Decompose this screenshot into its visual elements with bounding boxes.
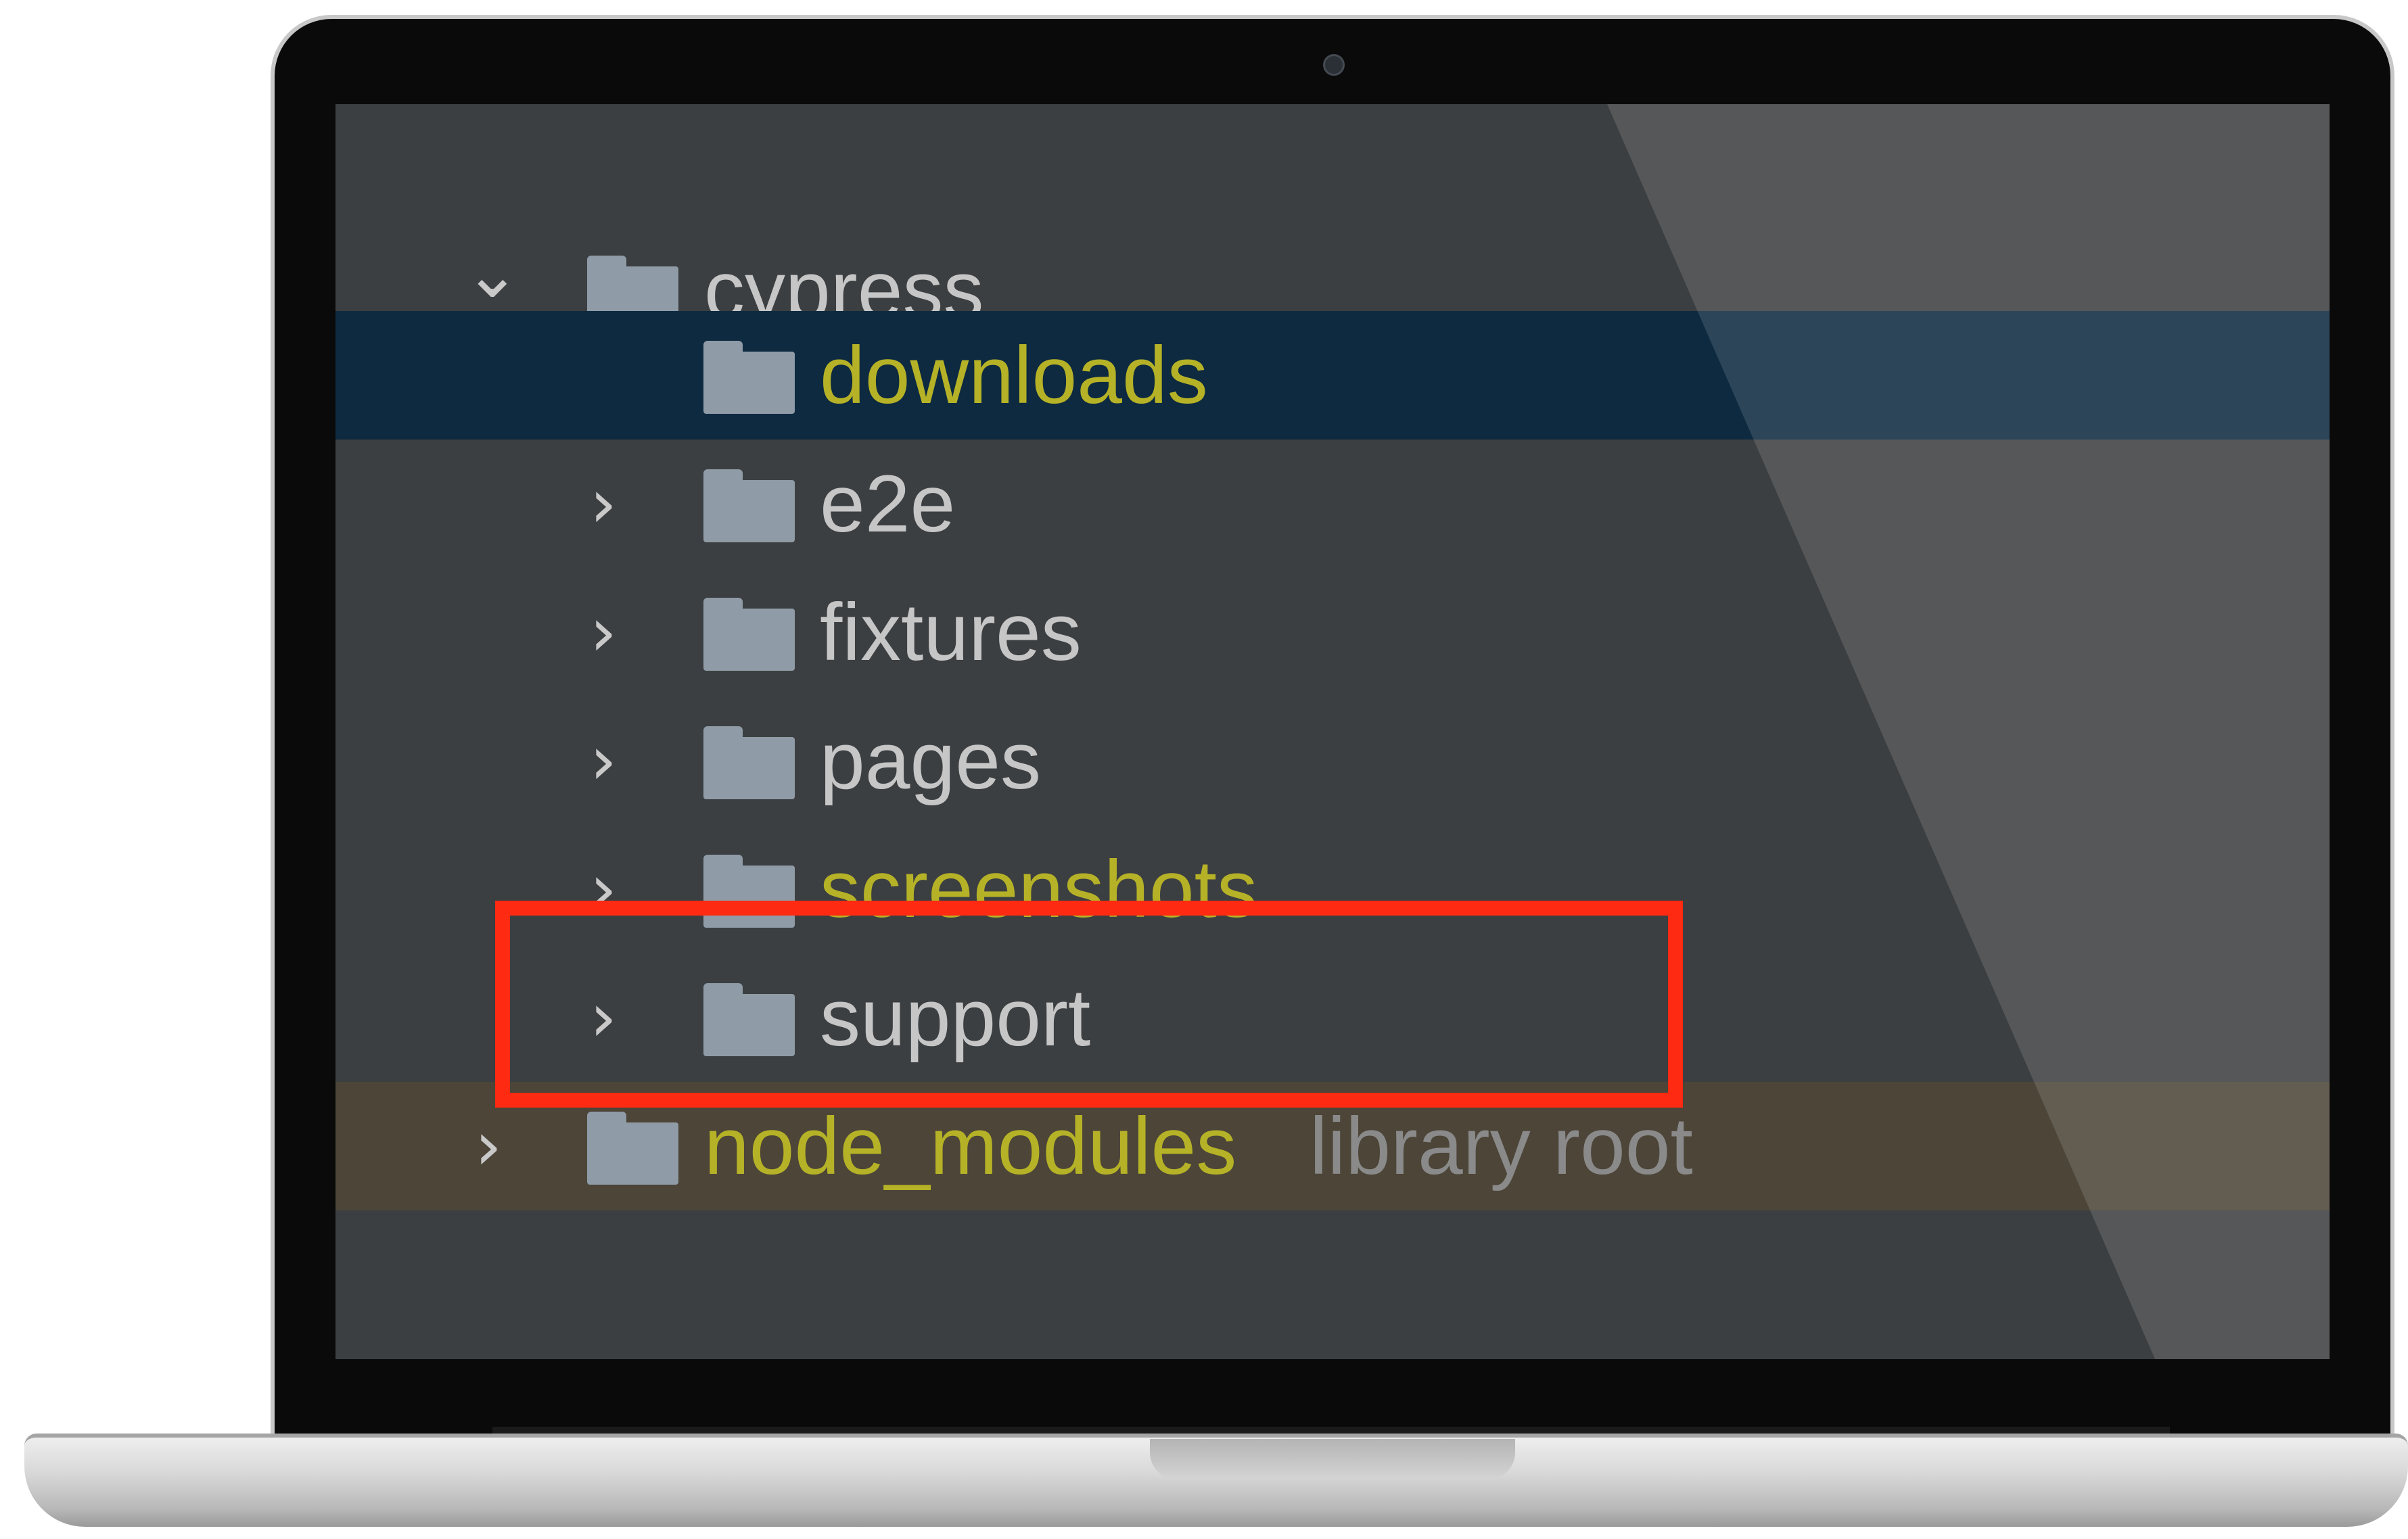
folder-icon — [703, 341, 795, 414]
chevron-right-icon[interactable]: › — [590, 568, 617, 696]
tree-row-fixtures[interactable]: › fixtures — [335, 568, 2330, 696]
highlight-annotation-box — [495, 901, 1683, 1108]
tree-row-label: e2e — [820, 458, 956, 549]
tree-row-label: downloads — [820, 330, 1208, 421]
camera-icon — [1323, 54, 1345, 76]
ide-project-tree-screen: ⌄ cypress downloads › e2e › fixtures › p… — [335, 104, 2330, 1359]
tree-row-label: pages — [820, 715, 1041, 806]
folder-icon — [703, 726, 795, 799]
chevron-right-icon[interactable]: › — [590, 440, 617, 568]
chevron-right-icon[interactable]: › — [590, 696, 617, 825]
tree-row-label: fixtures — [820, 587, 1082, 678]
folder-icon — [703, 598, 795, 671]
folder-icon — [703, 469, 795, 542]
project-tree: ⌄ cypress downloads › e2e › fixtures › p… — [335, 104, 2330, 1359]
folder-icon — [587, 1112, 678, 1185]
laptop-notch — [1150, 1439, 1515, 1479]
tree-row-pages[interactable]: › pages — [335, 696, 2330, 825]
tree-row-downloads[interactable]: downloads — [335, 311, 2330, 440]
tree-row-e2e[interactable]: › e2e — [335, 440, 2330, 568]
